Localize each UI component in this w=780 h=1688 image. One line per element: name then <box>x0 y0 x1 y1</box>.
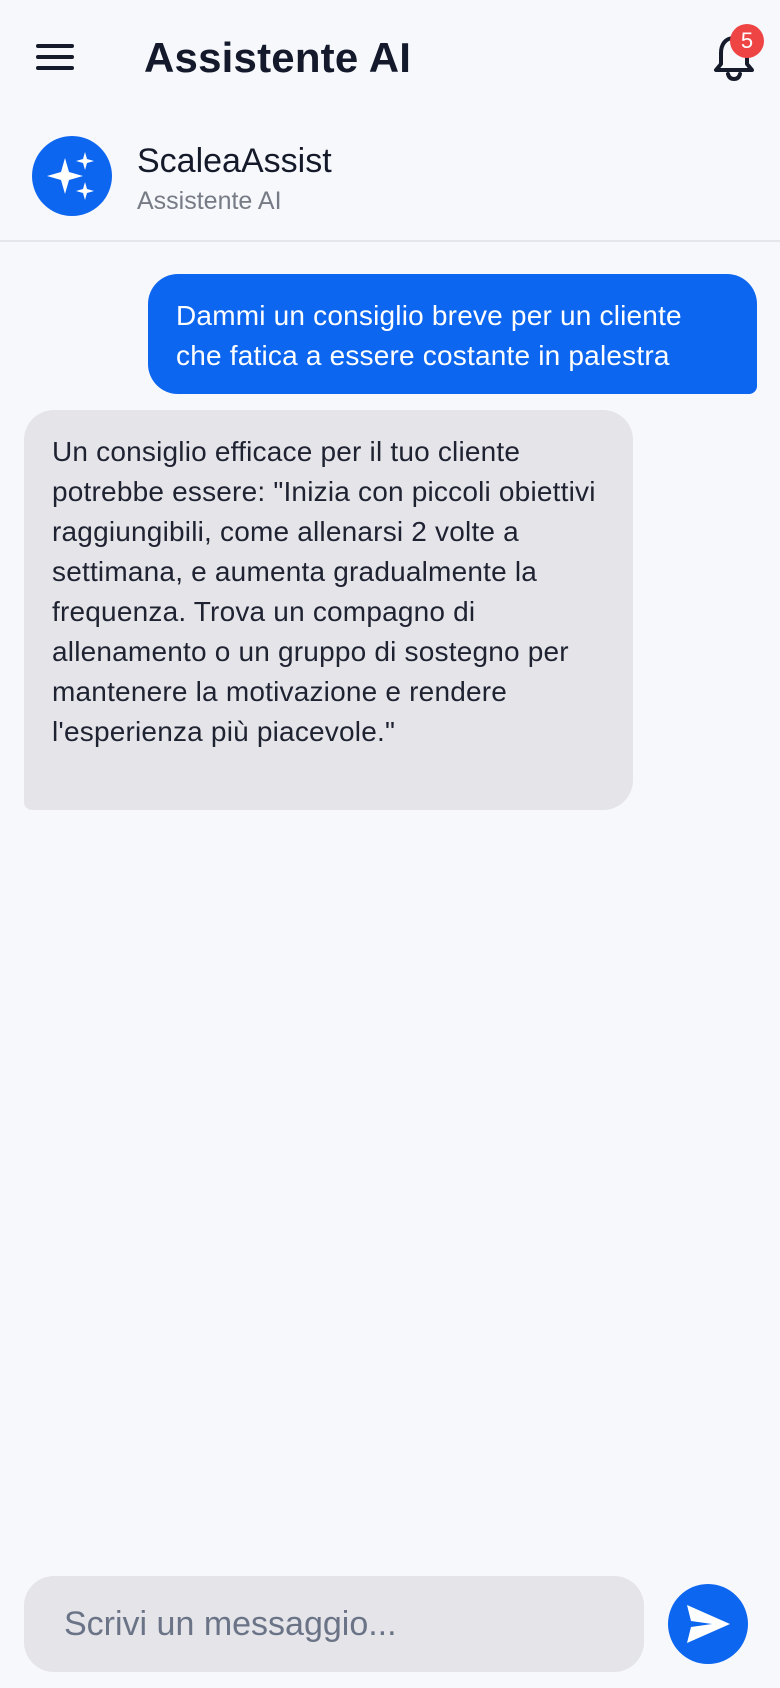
assistant-message-bubble: Un consiglio efficace per il tuo cliente… <box>24 410 633 810</box>
menu-icon-line <box>36 55 74 59</box>
sparkles-icon <box>47 152 94 200</box>
send-button[interactable] <box>668 1584 748 1664</box>
assistant-header: ScaleaAssist Assistente AI <box>0 118 780 242</box>
page-title: Assistente AI <box>144 34 412 81</box>
menu-icon-line <box>36 44 74 48</box>
assistant-name: ScaleaAssist <box>137 142 332 180</box>
menu-icon-line <box>36 66 74 70</box>
assistant-role: Assistente AI <box>137 187 282 215</box>
menu-button[interactable] <box>36 40 76 72</box>
user-message-bubble: Dammi un consiglio breve per un cliente … <box>148 274 757 394</box>
notification-badge: 5 <box>730 24 764 58</box>
assistant-avatar <box>32 136 112 216</box>
top-app-bar: Assistente AI 5 <box>0 0 780 118</box>
message-input[interactable] <box>24 1576 644 1672</box>
send-icon <box>687 1605 730 1643</box>
